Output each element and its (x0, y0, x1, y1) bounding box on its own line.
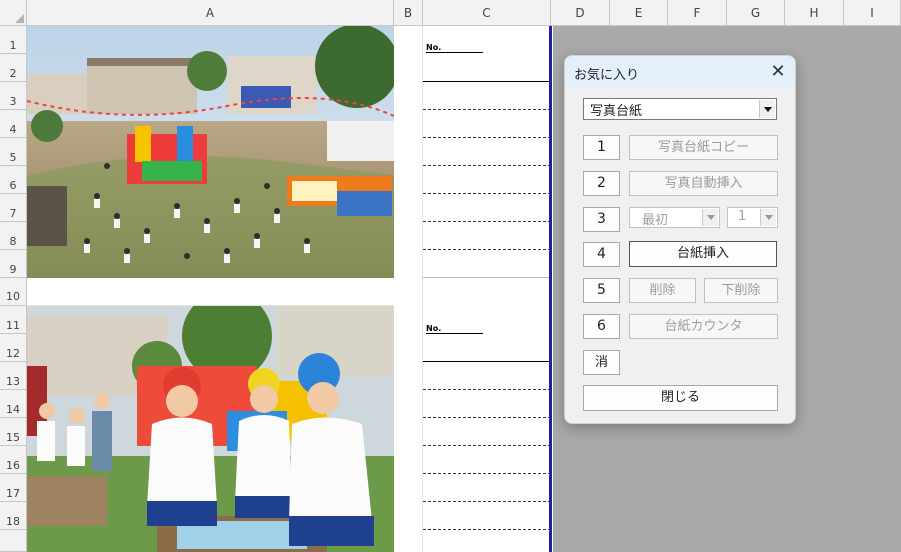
column-b-cells[interactable] (394, 26, 423, 552)
template-select[interactable]: 写真台紙 (583, 98, 777, 120)
caption-line (423, 389, 551, 390)
column-header-a[interactable]: A (27, 0, 394, 26)
photo-number-label: No. (426, 43, 442, 52)
column-header-b[interactable]: B (394, 0, 423, 26)
template-counter-button[interactable]: 台紙カウンタ (629, 314, 778, 339)
column-header-c[interactable]: C (423, 0, 551, 26)
print-area-border (549, 26, 552, 552)
row-header-15[interactable]: 15 (0, 418, 27, 446)
row-header-12[interactable]: 12 (0, 334, 27, 362)
count-select[interactable]: 1 (727, 207, 778, 228)
row-header-11[interactable]: 11 (0, 306, 27, 334)
row-header-19[interactable] (0, 530, 27, 552)
row-header-1[interactable]: 1 (0, 26, 27, 54)
caption-line (423, 193, 551, 194)
photo-school-festival[interactable] (27, 26, 394, 278)
insert-template-button[interactable]: 台紙挿入 (629, 241, 777, 267)
number-button-1[interactable]: 1 (583, 135, 620, 160)
row-header-13[interactable]: 13 (0, 362, 27, 390)
caption-line (423, 137, 551, 138)
caption-line (423, 249, 551, 250)
chevron-down-icon[interactable] (759, 100, 775, 118)
row-header-14[interactable]: 14 (0, 390, 27, 418)
row-header-18[interactable]: 18 (0, 502, 27, 530)
column-header-d[interactable]: D (551, 0, 610, 26)
select-all-corner[interactable] (0, 0, 27, 26)
delete-button[interactable]: 削除 (629, 278, 696, 303)
number-button-4[interactable]: 4 (583, 242, 620, 267)
row-10-cells[interactable] (27, 278, 394, 306)
caption-line (423, 165, 551, 166)
number-button-2[interactable]: 2 (583, 171, 620, 196)
close-dialog-button[interactable]: 閉じる (583, 385, 778, 411)
row-header-6[interactable]: 6 (0, 166, 27, 194)
column-header-f[interactable]: F (668, 0, 727, 26)
row-header-16[interactable]: 16 (0, 446, 27, 474)
clear-button[interactable]: 消 (583, 350, 620, 375)
template-select-value: 写真台紙 (590, 104, 643, 119)
auto-insert-photo-button[interactable]: 写真自動挿入 (629, 171, 778, 196)
row-header-8[interactable]: 8 (0, 222, 27, 250)
caption-line (423, 109, 551, 110)
favorites-dialog: お気に入り ✕ 写真台紙 1 写真台紙コピー 2 写真自動挿入 3 最初 1 4… (564, 55, 796, 424)
caption-line (423, 445, 551, 446)
caption-line (423, 221, 551, 222)
photo-number-underline (426, 52, 483, 53)
row-header-4[interactable]: 4 (0, 110, 27, 138)
dialog-title-bar[interactable]: お気に入り ✕ (565, 56, 795, 88)
chevron-down-icon[interactable] (702, 209, 718, 226)
count-value: 1 (738, 209, 747, 224)
number-button-6[interactable]: 6 (583, 314, 620, 339)
copy-template-button[interactable]: 写真台紙コピー (629, 135, 778, 160)
start-position-value: 最初 (642, 213, 669, 228)
row-header-10[interactable]: 10 (0, 278, 27, 306)
column-header-e[interactable]: E (610, 0, 668, 26)
row-header-2[interactable]: 2 (0, 54, 27, 82)
photo-number-label: No. (426, 324, 442, 333)
number-button-5[interactable]: 5 (583, 278, 620, 303)
close-icon[interactable]: ✕ (766, 61, 790, 83)
column-header-i[interactable]: I (844, 0, 901, 26)
caption-line (423, 277, 551, 278)
row-header-7[interactable]: 7 (0, 194, 27, 222)
photo-children-playing[interactable] (27, 306, 394, 552)
caption-line (423, 417, 551, 418)
row-header-17[interactable]: 17 (0, 474, 27, 502)
caption-line (423, 81, 551, 82)
dialog-title: お気に入り (574, 68, 640, 83)
caption-line (423, 473, 551, 474)
row-header-3[interactable]: 3 (0, 82, 27, 110)
row-header-9[interactable]: 9 (0, 250, 27, 278)
number-button-3[interactable]: 3 (583, 207, 620, 232)
row-header-5[interactable]: 5 (0, 138, 27, 166)
caption-line (423, 361, 551, 362)
delete-below-button[interactable]: 下削除 (704, 278, 778, 303)
column-header-h[interactable]: H (785, 0, 844, 26)
column-header-g[interactable]: G (727, 0, 785, 26)
chevron-down-icon[interactable] (760, 209, 776, 226)
caption-line (423, 501, 551, 502)
start-position-select[interactable]: 最初 (629, 207, 720, 228)
photo-number-underline (426, 333, 483, 334)
caption-line (423, 529, 551, 530)
